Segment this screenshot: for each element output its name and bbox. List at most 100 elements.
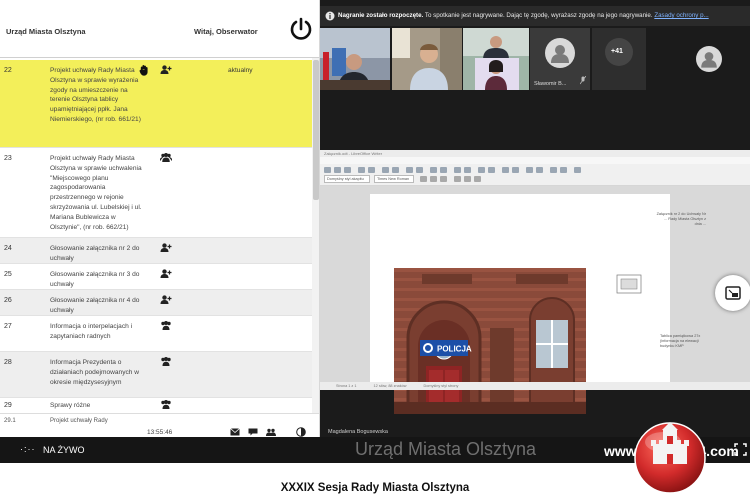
toolbar-button[interactable] bbox=[512, 167, 519, 173]
toolbar-button[interactable] bbox=[478, 167, 485, 173]
user-add-icon[interactable] bbox=[160, 65, 172, 74]
welcome-label: Witaj, Obserwator bbox=[194, 27, 258, 36]
mic-off-icon bbox=[580, 76, 586, 85]
toolbar-button[interactable] bbox=[454, 167, 461, 173]
raised-hand-icon[interactable] bbox=[139, 64, 149, 76]
toolbar-button[interactable] bbox=[358, 167, 365, 173]
fullscreen-icon[interactable] bbox=[734, 443, 747, 456]
plaque-caption: Tablica pamiątkowa 27x (informacja na el… bbox=[660, 334, 701, 348]
toolbar-button[interactable] bbox=[488, 167, 495, 173]
document-titlebar: Załącznik.odt - LibreOffice Writer bbox=[320, 150, 750, 157]
stream-watermark: Urząd Miasta Olsztyna bbox=[355, 439, 537, 459]
item-number: 22 bbox=[4, 67, 12, 74]
item-description: Projekt uchwały Rady Miasta Olsztyna w s… bbox=[50, 155, 142, 231]
panel-title: Urząd Miasta Olsztyna bbox=[6, 27, 86, 36]
item-description: Głosowanie załącznika nr 2 do uchwały bbox=[50, 245, 140, 262]
users-group-icon[interactable] bbox=[160, 400, 172, 409]
user-add-icon[interactable] bbox=[160, 243, 172, 252]
paragraph-style-select[interactable]: Domyślny styl akapitu bbox=[324, 175, 370, 183]
users-group-icon[interactable] bbox=[160, 321, 172, 330]
video-tile-1[interactable] bbox=[320, 28, 390, 90]
toolbar-button[interactable] bbox=[526, 167, 533, 173]
toolbar-button[interactable] bbox=[536, 167, 543, 173]
agenda-row-23[interactable]: 23 Projekt uchwały Rady Miasta Olsztyna … bbox=[0, 148, 312, 238]
toolbar-button[interactable] bbox=[416, 167, 423, 173]
recording-title: Nagranie zostało rozpoczęte. bbox=[338, 12, 424, 19]
more-participants-tile[interactable]: +41 bbox=[592, 28, 646, 90]
plaque-drawing bbox=[616, 274, 642, 294]
user-add-icon[interactable] bbox=[160, 269, 172, 278]
participant-video bbox=[463, 28, 529, 90]
toolbar-button[interactable] bbox=[550, 167, 557, 173]
align-right-button[interactable] bbox=[474, 176, 481, 182]
document-menubar: Plik Edycja Widok Wstaw Format Style Tab… bbox=[320, 157, 750, 171]
video-tile-3[interactable] bbox=[463, 28, 529, 90]
font-select[interactable]: Times New Roman bbox=[374, 175, 414, 183]
participant-name: Sławomir B... bbox=[534, 81, 567, 87]
agenda-footer: 29.1 Projekt uchwały Rady 13:55:46 bbox=[0, 413, 319, 437]
agenda-row-28[interactable]: 28 Informacja Prezydenta o działaniach p… bbox=[0, 352, 312, 398]
info-icon bbox=[325, 11, 335, 21]
participant-video bbox=[320, 28, 390, 90]
toolbar-button[interactable] bbox=[406, 167, 413, 173]
signal-indicator: ·:·· bbox=[20, 444, 36, 454]
toolbar-button[interactable] bbox=[440, 167, 447, 173]
toolbar-button[interactable] bbox=[430, 167, 437, 173]
agenda-row-26[interactable]: 26 Głosowanie załącznika nr 4 do uchwały bbox=[0, 290, 312, 316]
meeting-panel: Nagranie zostało rozpoczęte. To spotkani… bbox=[320, 0, 750, 437]
item-description: Głosowanie załącznika nr 3 do uchwały bbox=[50, 271, 140, 288]
chat-icon[interactable] bbox=[248, 428, 258, 436]
building-photo: POLICJA bbox=[394, 268, 586, 414]
toolbar-button[interactable] bbox=[464, 167, 471, 173]
more-count: +41 bbox=[611, 48, 623, 55]
toolbar-button[interactable] bbox=[502, 167, 509, 173]
toolbar-button[interactable] bbox=[368, 167, 375, 173]
mail-icon[interactable] bbox=[230, 428, 240, 436]
agenda-header: Urząd Miasta Olsztyna Witaj, Obserwator bbox=[0, 0, 319, 58]
presenter-name: Magdalena Bogusewska bbox=[328, 429, 388, 435]
italic-button[interactable] bbox=[430, 176, 437, 182]
video-tile-self[interactable] bbox=[692, 28, 748, 90]
toolbar-button[interactable] bbox=[574, 167, 581, 173]
align-center-button[interactable] bbox=[464, 176, 471, 182]
users-group-icon[interactable] bbox=[266, 428, 276, 436]
underline-button[interactable] bbox=[440, 176, 447, 182]
contrast-icon[interactable] bbox=[296, 427, 306, 437]
user-add-icon[interactable] bbox=[160, 295, 172, 304]
privacy-link[interactable]: Zasady ochrony p... bbox=[654, 12, 708, 19]
toolbar-button[interactable] bbox=[324, 167, 331, 173]
page-count: Strona 1 z 1 bbox=[336, 384, 357, 388]
participant-video bbox=[392, 28, 462, 90]
avatar bbox=[696, 46, 722, 72]
toolbar-button[interactable] bbox=[560, 167, 567, 173]
agenda-row-24[interactable]: 24 Głosowanie załącznika nr 2 do uchwały bbox=[0, 238, 312, 264]
recording-banner: Nagranie zostało rozpoczęte. To spotkani… bbox=[320, 6, 750, 26]
document-statusbar: Strona 1 z 1 12 słów, 88 znaków Domyślny… bbox=[320, 382, 750, 390]
users-group-icon[interactable] bbox=[160, 357, 172, 366]
scrollbar-thumb[interactable] bbox=[313, 60, 319, 200]
users-group-icon[interactable] bbox=[160, 153, 172, 162]
document-toolbar: Domyślny styl akapitu Times New Roman bbox=[320, 164, 750, 186]
item-number: 23 bbox=[4, 155, 12, 162]
toolbar-button[interactable] bbox=[392, 167, 399, 173]
picture-in-picture-icon bbox=[725, 286, 741, 300]
popout-button[interactable] bbox=[715, 275, 750, 311]
shared-screen: Załącznik.odt - LibreOffice Writer Plik … bbox=[320, 150, 750, 414]
agenda-row-25[interactable]: 25 Głosowanie załącznika nr 3 do uchwały bbox=[0, 264, 312, 290]
page-style: Domyślny styl strony bbox=[423, 384, 459, 388]
agenda-row-22[interactable]: 22 Projekt uchwały Rady Miasta Olsztyna … bbox=[0, 60, 312, 148]
video-tile-avatar[interactable]: Sławomir B... bbox=[530, 28, 590, 90]
clock-time: 13:55:46 bbox=[147, 429, 173, 436]
agenda-row-27[interactable]: 27 Informacja o interpelacjach i zapytan… bbox=[0, 316, 312, 352]
live-label: NA ŻYWO bbox=[43, 445, 85, 455]
toolbar-button[interactable] bbox=[334, 167, 341, 173]
page-caption: XXXIX Sesja Rady Miasta Olsztyna bbox=[280, 482, 470, 494]
align-left-button[interactable] bbox=[454, 176, 461, 182]
video-tile-2[interactable] bbox=[392, 28, 462, 90]
annex-note: Załącznik nr 2 do Uchwały Nr ... Rady Mi… bbox=[656, 212, 706, 226]
toolbar-button[interactable] bbox=[382, 167, 389, 173]
power-icon[interactable] bbox=[288, 16, 314, 42]
item-number: 27 bbox=[4, 323, 12, 330]
toolbar-button[interactable] bbox=[344, 167, 351, 173]
bold-button[interactable] bbox=[420, 176, 427, 182]
